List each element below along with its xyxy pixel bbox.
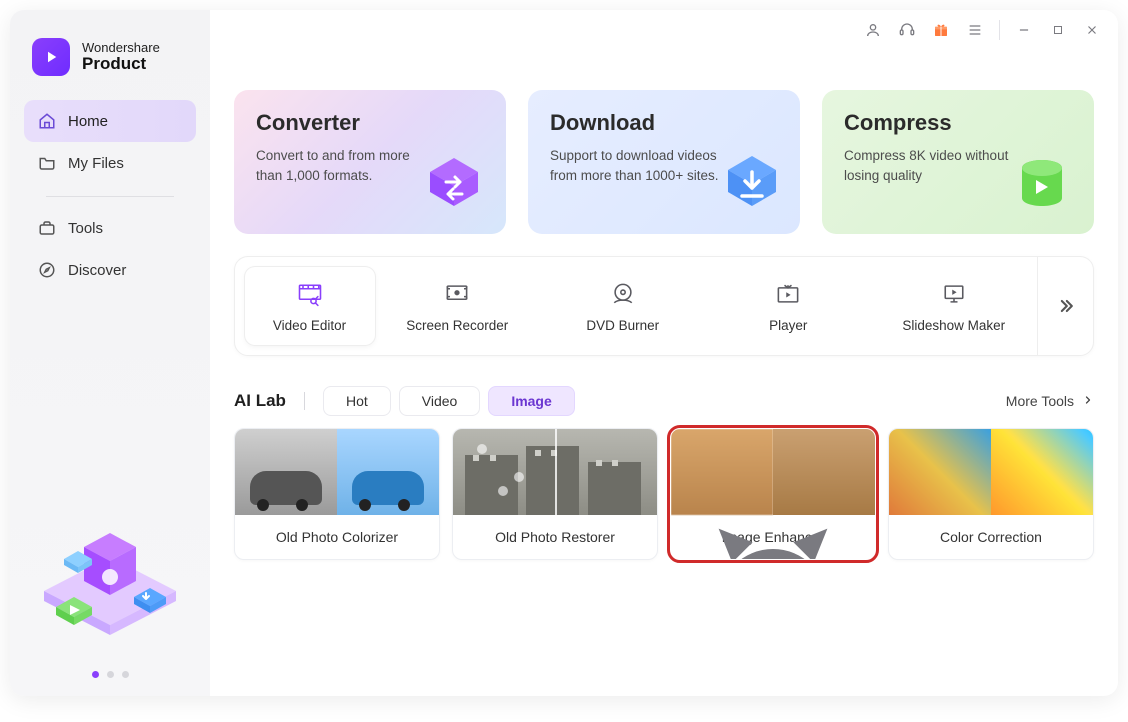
more-tools-label: More Tools [1006, 393, 1074, 409]
ailab-card-label: Old Photo Colorizer [235, 515, 439, 559]
sidebar-item-label: Home [68, 113, 108, 130]
tool-more-button[interactable] [1037, 257, 1093, 355]
thumbnail [671, 429, 875, 515]
card-title: Download [550, 110, 778, 136]
ailab-tabs: Hot Video Image [323, 386, 575, 416]
card-desc: Convert to and from more than 1,000 form… [256, 146, 436, 187]
thumbnail [453, 429, 657, 515]
tool-dvd-burner[interactable]: DVD Burner [541, 257, 707, 355]
main-content: Converter Convert to and from more than … [210, 10, 1118, 696]
gift-icon[interactable] [927, 16, 955, 44]
ailab-card-color-correction[interactable]: Color Correction [888, 428, 1094, 560]
tool-label: Slideshow Maker [902, 318, 1005, 333]
screen-recorder-icon [443, 280, 471, 308]
sidebar-item-label: Tools [68, 220, 103, 237]
sidebar-item-tools[interactable]: Tools [24, 207, 196, 249]
card-converter[interactable]: Converter Convert to and from more than … [234, 90, 506, 234]
folder-icon [38, 154, 56, 172]
tool-slideshow-maker[interactable]: Slideshow Maker [872, 257, 1038, 355]
card-title: Converter [256, 110, 484, 136]
tab-video[interactable]: Video [399, 386, 481, 416]
sidebar-item-discover[interactable]: Discover [24, 249, 196, 291]
support-icon[interactable] [893, 16, 921, 44]
card-desc: Compress 8K video without losing quality [844, 146, 1024, 187]
ailab-card-old-photo-restorer[interactable]: Old Photo Restorer [452, 428, 658, 560]
video-editor-icon [296, 280, 324, 308]
tool-label: Player [769, 318, 807, 333]
minimize-button[interactable] [1010, 16, 1038, 44]
tab-image[interactable]: Image [488, 386, 574, 416]
tool-player[interactable]: Player [706, 257, 872, 355]
maximize-button[interactable] [1044, 16, 1072, 44]
menu-icon[interactable] [961, 16, 989, 44]
ailab-title: AI Lab [234, 391, 286, 411]
close-button[interactable] [1078, 16, 1106, 44]
tool-strip: Video Editor Screen Recorder [234, 256, 1094, 356]
player-icon [774, 280, 802, 308]
ailab-card-image-enhancer[interactable]: Image Enhancer [670, 428, 876, 560]
sidebar-item-label: My Files [68, 155, 124, 172]
sidebar: Wondershare Product Home My Files [10, 10, 210, 696]
slideshow-icon [940, 280, 968, 308]
ailab-card-label: Old Photo Restorer [453, 515, 657, 559]
sidebar-item-my-files[interactable]: My Files [24, 142, 196, 184]
ailab-card-old-photo-colorizer[interactable]: Old Photo Colorizer [234, 428, 440, 560]
toolbox-icon [38, 219, 56, 237]
ailab-grid: Old Photo Colorizer Old Photo Restorer [234, 428, 1094, 560]
card-desc: Support to download videos from more tha… [550, 146, 730, 187]
sidebar-item-home[interactable]: Home [24, 100, 196, 142]
dvd-burner-icon [609, 280, 637, 308]
brand-top: Wondershare [82, 41, 160, 55]
card-compress[interactable]: Compress Compress 8K video without losin… [822, 90, 1094, 234]
brand-bottom: Product [82, 55, 160, 74]
compress-icon [1010, 152, 1078, 220]
tool-screen-recorder[interactable]: Screen Recorder [375, 257, 541, 355]
ailab-card-label: Color Correction [889, 515, 1093, 559]
divider [304, 392, 305, 410]
home-icon [38, 112, 56, 130]
brand-logo-icon [32, 38, 70, 76]
ailab-header: AI Lab Hot Video Image More Tools [234, 386, 1094, 416]
card-download[interactable]: Download Support to download videos from… [528, 90, 800, 234]
window-controls [859, 16, 1106, 44]
sidebar-pager[interactable] [92, 671, 129, 678]
card-title: Compress [844, 110, 1072, 136]
tool-label: DVD Burner [586, 318, 659, 333]
tool-video-editor[interactable]: Video Editor [245, 267, 375, 345]
divider [999, 20, 1000, 40]
chevron-right-icon [1082, 393, 1094, 409]
more-tools-link[interactable]: More Tools [1006, 393, 1094, 409]
thumbnail [235, 429, 439, 515]
brand: Wondershare Product [10, 10, 210, 100]
nav-divider [46, 196, 174, 197]
converter-icon [422, 152, 490, 220]
primary-nav: Home My Files Tools Discover [10, 100, 210, 291]
thumbnail [889, 429, 1093, 515]
sidebar-illustration [30, 495, 190, 655]
feature-cards: Converter Convert to and from more than … [234, 90, 1094, 234]
download-icon [716, 152, 784, 220]
account-icon[interactable] [859, 16, 887, 44]
tool-label: Screen Recorder [406, 318, 508, 333]
tool-label: Video Editor [273, 318, 346, 333]
compass-icon [38, 261, 56, 279]
tab-hot[interactable]: Hot [323, 386, 391, 416]
app-window: Wondershare Product Home My Files [10, 10, 1118, 696]
sidebar-item-label: Discover [68, 262, 126, 279]
